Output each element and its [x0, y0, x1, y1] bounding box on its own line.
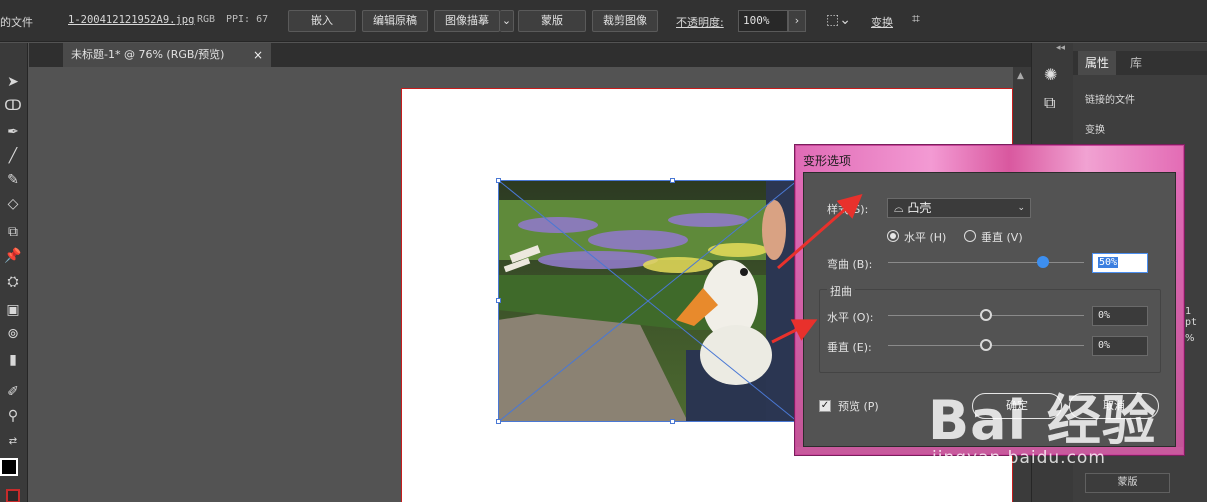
arrow-to-distortion — [771, 319, 818, 344]
arrow-to-style — [777, 194, 863, 270]
annotation-arrows — [771, 194, 863, 344]
